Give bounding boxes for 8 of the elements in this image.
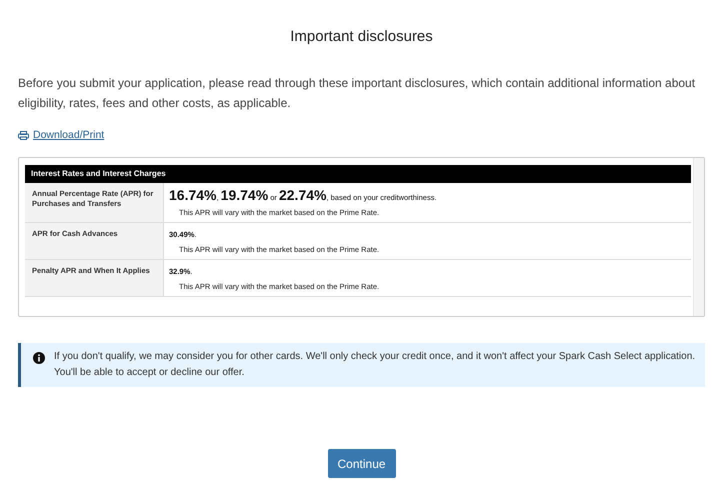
notice-text: If you don't qualify, we may consider you for other cards. We'll only check your credit once, and it won't affect your Spark Cash Select application. You'll be able to accept or decline our offer. bbox=[54, 350, 696, 380]
table-header: Interest Rates and Interest Charges bbox=[25, 165, 691, 184]
printer-icon bbox=[18, 130, 29, 140]
continue-button[interactable]: Continue bbox=[328, 449, 396, 478]
intro-paragraph: Before you submit your application, please read through these important disclosures, which contain additional information about eligibility, rates, fees and other costs, as applicable. bbox=[18, 74, 696, 112]
info-icon bbox=[33, 352, 45, 364]
download-print-link[interactable]: Download/Print bbox=[18, 128, 104, 144]
page-title: Important disclosures bbox=[290, 27, 433, 47]
